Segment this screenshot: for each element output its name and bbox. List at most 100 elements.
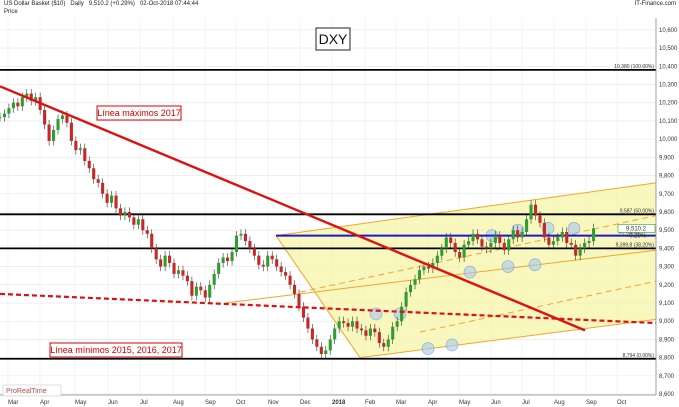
candle-body <box>337 321 341 329</box>
candle-body <box>409 284 413 293</box>
candle-body <box>185 275 189 282</box>
level-label: 9,399.8 (38.20%) <box>616 242 655 248</box>
candle-body <box>132 217 136 225</box>
candle-body <box>248 241 252 249</box>
candle-body <box>502 242 506 251</box>
candle-body <box>333 328 337 340</box>
x-tick-label: Feb <box>365 400 376 406</box>
candle-body <box>449 237 453 243</box>
y-tick-label: 8,800 <box>659 356 675 362</box>
candle-body <box>127 211 131 218</box>
candle-body <box>118 208 123 216</box>
candle-body <box>141 219 145 231</box>
x-tick-label: Mar <box>396 400 406 406</box>
candle-body <box>284 272 288 276</box>
candle-body <box>56 119 60 131</box>
y-tick-label: 8,600 <box>659 392 675 398</box>
candle-body <box>60 115 65 120</box>
x-tick-label: May <box>75 400 86 406</box>
candle-body <box>591 228 596 242</box>
candle-body <box>444 237 448 249</box>
candle-body <box>279 266 283 273</box>
candle-body <box>154 248 158 260</box>
x-tick-label: Sep <box>586 400 597 406</box>
y-tick-label: 9,500 <box>659 228 675 234</box>
candle-body <box>400 306 404 322</box>
candle-body <box>234 235 239 253</box>
candle-body <box>150 233 154 249</box>
candle-body <box>382 343 386 347</box>
candle-body <box>426 266 430 269</box>
candle-body <box>74 140 78 151</box>
x-tick-label: Dec <box>300 400 311 406</box>
candle-body <box>533 204 538 216</box>
y-tick-label: 10,600 <box>659 28 678 34</box>
candle-body <box>422 266 426 271</box>
candle-body <box>181 270 185 276</box>
level-label: 8,794 (0.00%) <box>623 353 655 359</box>
candle-body <box>342 321 346 324</box>
candle-body <box>261 264 265 267</box>
candle-body <box>199 286 203 291</box>
candle-body <box>484 246 488 249</box>
y-tick-label: 10,500 <box>659 46 678 52</box>
candle-body <box>542 222 546 238</box>
candle-body <box>462 244 466 258</box>
candle-body <box>368 328 372 336</box>
level-label: 10,380 (100.00%) <box>614 64 654 70</box>
candle-body <box>404 292 408 307</box>
candle-body <box>395 321 399 327</box>
candle-body <box>2 113 7 118</box>
y-tick-label: 8,700 <box>659 374 675 380</box>
candle-body <box>565 231 569 243</box>
candle-body <box>217 262 221 274</box>
y-tick-label: 9,300 <box>659 265 675 271</box>
candle-body <box>328 339 332 351</box>
candle-body <box>168 255 172 263</box>
candle-body <box>391 326 395 340</box>
y-tick-label: 10,300 <box>659 82 678 88</box>
candle-body <box>556 237 560 242</box>
annotation-text: Línea máximos 2017 <box>97 108 181 118</box>
candle-body <box>560 231 564 238</box>
y-tick-label: 10,400 <box>659 64 678 70</box>
candle-body <box>194 286 198 296</box>
candle-body <box>413 279 417 285</box>
candle-body <box>417 270 422 280</box>
y-tick-label: 9,000 <box>659 319 675 325</box>
x-tick-label: Aug <box>554 400 565 406</box>
candle-body <box>266 255 270 267</box>
candle-body <box>203 290 207 298</box>
candle-body <box>212 273 216 285</box>
candle-body <box>221 257 225 263</box>
candle-body <box>386 339 390 347</box>
y-tick-label: 10,000 <box>659 137 678 143</box>
candle-body <box>87 160 91 169</box>
candle-body <box>355 321 359 329</box>
candle-body <box>498 235 502 243</box>
candle-body <box>243 233 247 242</box>
candle-body <box>69 122 73 141</box>
candle-body <box>110 195 114 203</box>
touch-point-circle <box>501 260 515 273</box>
y-tick-label: 9,200 <box>659 283 675 289</box>
chart: 10,380 (100.00%) 9,587 (50.00%) 9,399.8 (3… <box>0 18 678 406</box>
candle-body <box>105 193 109 203</box>
x-tick-label: Aug <box>173 400 184 406</box>
candle-body <box>493 235 497 243</box>
level-label: 9,587 (50.00%) <box>620 208 655 214</box>
x-tick-label: Jun <box>491 400 501 406</box>
candle-body <box>310 328 314 340</box>
candle-body <box>453 242 457 253</box>
candle-body <box>511 230 515 240</box>
candle-body <box>83 148 87 161</box>
candle-body <box>96 179 100 183</box>
candle-body <box>525 219 529 232</box>
last-change-value: +0.29% <box>626 233 647 239</box>
candle-body <box>159 259 163 267</box>
candle-body <box>11 102 15 109</box>
candle-body <box>475 233 480 240</box>
touch-point-circle <box>445 338 459 352</box>
candle-body <box>315 339 319 347</box>
touch-point-circle <box>421 342 435 355</box>
